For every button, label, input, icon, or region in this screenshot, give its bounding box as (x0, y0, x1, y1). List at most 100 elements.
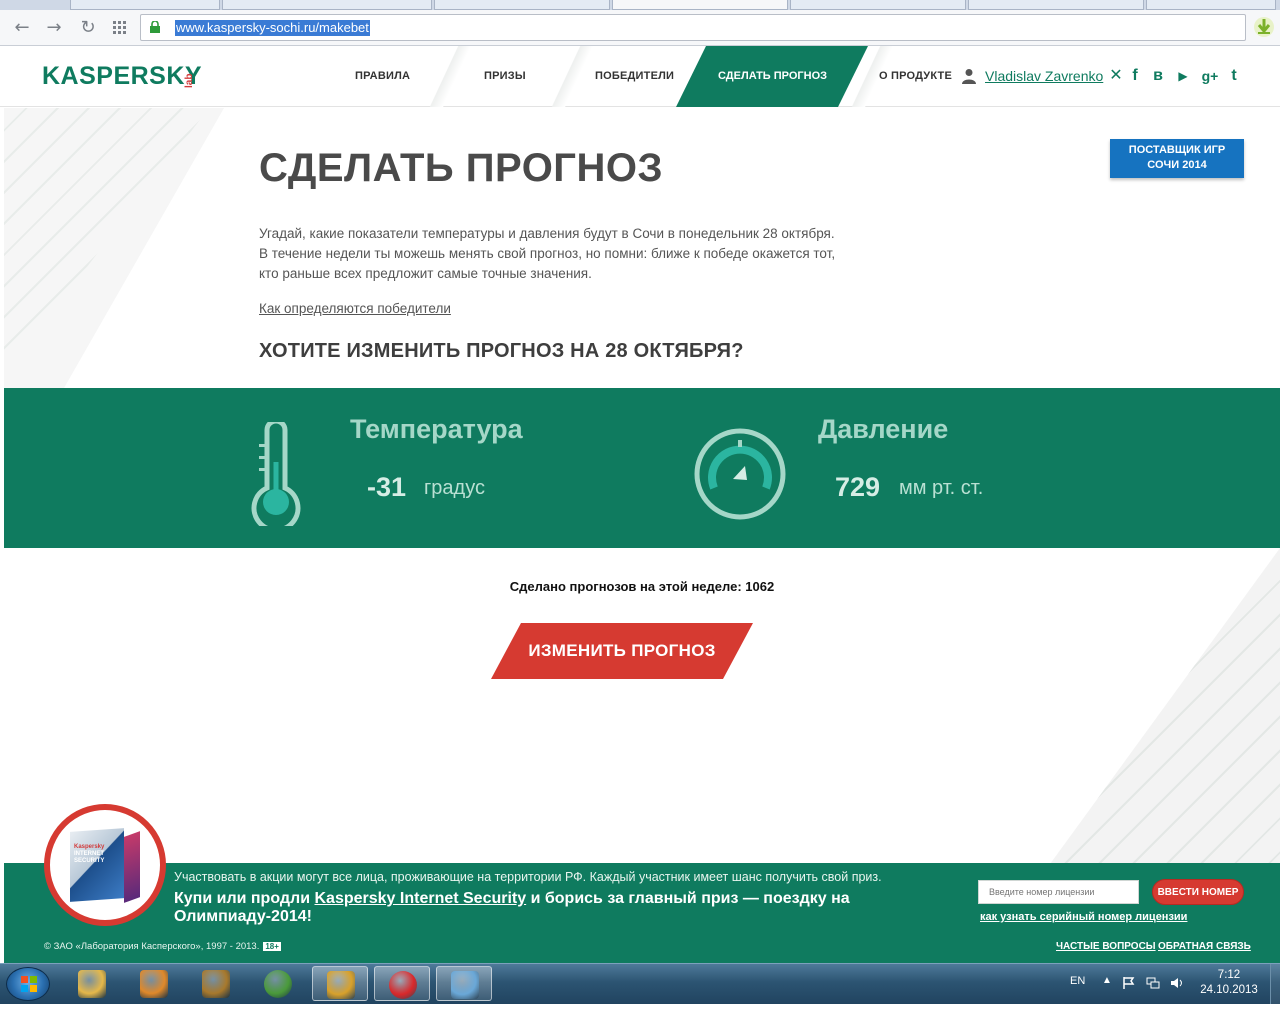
kaspersky-logo[interactable]: KASPERSKY (42, 62, 202, 91)
forecast-band (4, 388, 1280, 548)
promo-headline: Купи или продли Kaspersky Internet Secur… (174, 890, 964, 926)
pressure-value: 729 (835, 472, 881, 502)
sochi-supplier-badge[interactable]: ПОСТАВЩИК ИГР СОЧИ 2014 (1110, 139, 1244, 178)
browser-tab-active[interactable] (612, 0, 788, 10)
arrow-left-icon: ← (14, 17, 30, 38)
opera-icon (389, 971, 417, 999)
supplier-line: СОЧИ 2014 (1147, 159, 1207, 171)
intro-line: кто раньше всех предложит самые точные з… (259, 266, 592, 281)
product-promo-badge[interactable]: Kaspersky INTERNET SECURITY (44, 804, 166, 926)
system-clock[interactable]: 7:12 24.10.2013 (1195, 968, 1263, 998)
page-title: СДЕЛАТЬ ПРОГНОЗ (259, 146, 664, 190)
box-line: INTERNET (74, 851, 104, 857)
reload-icon: ↻ (80, 17, 96, 38)
taskbar-item[interactable] (436, 966, 492, 1001)
forecast-count: Сделано прогнозов на этой неделе: 1062 (509, 579, 775, 594)
age-rating-badge: 18+ (263, 942, 281, 951)
taskbar-item[interactable] (374, 966, 430, 1001)
nav-separator (540, 46, 600, 107)
enter-license-button[interactable]: ВВЕСТИ НОМЕР (1152, 879, 1244, 905)
nav-rules[interactable]: ПРАВИЛА (355, 70, 410, 82)
show-desktop-button[interactable] (1270, 964, 1280, 1004)
nav-make-forecast[interactable]: СДЕЛАТЬ ПРОГНОЗ (676, 46, 868, 107)
taskbar-item[interactable] (126, 966, 182, 1001)
twitter-icon[interactable]: t (1225, 66, 1243, 86)
temperature-label: Температура (350, 414, 523, 444)
arrow-right-icon: → (46, 17, 62, 38)
copyright: © ЗАО «Лаборатория Касперского», 1997 - … (44, 941, 281, 952)
serial-number-help-link[interactable]: как узнать серийный номер лицензии (980, 911, 1187, 923)
back-button[interactable]: ← (10, 16, 34, 40)
site-header: KASPERSKY lab ПРАВИЛА ПРИЗЫ ПОБЕДИТЕЛИ С… (0, 46, 1280, 107)
temperature-value: -31 (367, 472, 407, 502)
decorative-stripe (1050, 548, 1280, 864)
nav-about[interactable]: О ПРОДУКТЕ (879, 70, 952, 82)
lock-icon (150, 21, 160, 33)
browser-tab[interactable] (790, 0, 966, 10)
explorer-icon (78, 970, 106, 998)
winamp-icon (327, 971, 355, 999)
apps-button[interactable] (108, 16, 132, 40)
intro-line: Угадай, какие показатели температуры и д… (259, 226, 835, 241)
product-box-label: Kaspersky INTERNET SECURITY (74, 844, 122, 865)
nav-separator (418, 46, 478, 107)
start-button[interactable] (6, 967, 50, 1001)
tray-expand-icon[interactable]: ▲ (1102, 975, 1112, 986)
browser-tab[interactable] (968, 0, 1144, 10)
download-extension-icon[interactable] (1253, 16, 1275, 38)
clock-time: 7:12 (1217, 969, 1241, 981)
clock-date: 24.10.2013 (1200, 984, 1258, 996)
intro-line: В течение недели ты можешь менять свой п… (259, 246, 836, 261)
box-brand: Kaspersky (74, 844, 105, 850)
volume-icon[interactable] (1170, 976, 1184, 990)
browser-tab[interactable] (70, 0, 220, 10)
media-player-icon (140, 970, 168, 998)
google-plus-icon[interactable]: g+ (1199, 66, 1221, 86)
browser-tab[interactable] (1146, 0, 1276, 10)
language-indicator[interactable]: EN (1070, 975, 1085, 987)
browser-tab[interactable] (222, 0, 432, 10)
browser-tab[interactable] (434, 0, 610, 10)
screen-bottom-strip (0, 1004, 1280, 1024)
license-number-input[interactable] (978, 880, 1139, 904)
chrome-icon (264, 970, 292, 998)
product-box-side (124, 831, 140, 903)
change-forecast-button-label: ИЗМЕНИТЬ ПРОГНОЗ (528, 641, 716, 660)
network-icon[interactable] (1146, 976, 1160, 990)
browser-tab-strip (0, 0, 1280, 10)
product-box-image (70, 828, 124, 902)
warcraft-icon (202, 970, 230, 998)
address-bar[interactable]: www.kaspersky-sochi.ru/makebet (140, 14, 1246, 41)
kis-product-link[interactable]: Kaspersky Internet Security (315, 890, 527, 907)
pressure-unit: мм рт. ст. (899, 477, 984, 499)
temperature-unit: градус (424, 477, 485, 499)
promo-text: Олимпиаду-2014! (174, 908, 312, 925)
taskbar-item[interactable] (312, 966, 368, 1001)
taskbar-item[interactable] (64, 966, 120, 1001)
nav-make-forecast-label: СДЕЛАТЬ ПРОГНОЗ (718, 70, 828, 82)
taskbar-item[interactable] (188, 966, 244, 1001)
forward-button[interactable]: → (42, 16, 66, 40)
taskbar-item[interactable] (250, 966, 306, 1001)
change-forecast-question: ХОТИТЕ ИЗМЕНИТЬ ПРОГНОЗ НА 28 ОКТЯБРЯ? (259, 340, 744, 362)
nav-prizes[interactable]: ПРИЗЫ (484, 70, 526, 82)
facebook-icon[interactable]: f (1126, 66, 1144, 86)
promo-disclaimer: Участвовать в акции могут все лица, прож… (174, 870, 882, 884)
how-winners-link[interactable]: Как определяются победители (259, 301, 451, 316)
reload-button[interactable]: ↻ (76, 16, 100, 40)
url-text[interactable]: www.kaspersky-sochi.ru/makebet (175, 20, 370, 36)
faq-link[interactable]: ЧАСТЫЕ ВОПРОСЫ (1056, 941, 1156, 952)
windows-logo-icon (21, 976, 37, 992)
action-center-flag-icon[interactable] (1122, 976, 1136, 990)
pressure-gauge-icon (694, 428, 786, 520)
paint-icon (451, 971, 479, 999)
feedback-link[interactable]: ОБРАТНАЯ СВЯЗЬ (1158, 941, 1251, 952)
promo-text: и борись за главный приз — поездку на (526, 890, 850, 907)
vk-icon[interactable]: в (1149, 66, 1167, 86)
nav-winners[interactable]: ПОБЕДИТЕЛИ (595, 70, 674, 82)
youtube-icon[interactable]: ▶ (1174, 66, 1192, 86)
browser-toolbar: ← → ↻ www.kaspersky-sochi.ru/makebet (0, 10, 1280, 46)
close-x-icon[interactable]: ✕ (1107, 66, 1125, 86)
change-forecast-button[interactable]: ИЗМЕНИТЬ ПРОГНОЗ (491, 623, 753, 679)
user-profile-link[interactable]: Vladislav Zavrenko (985, 68, 1103, 84)
